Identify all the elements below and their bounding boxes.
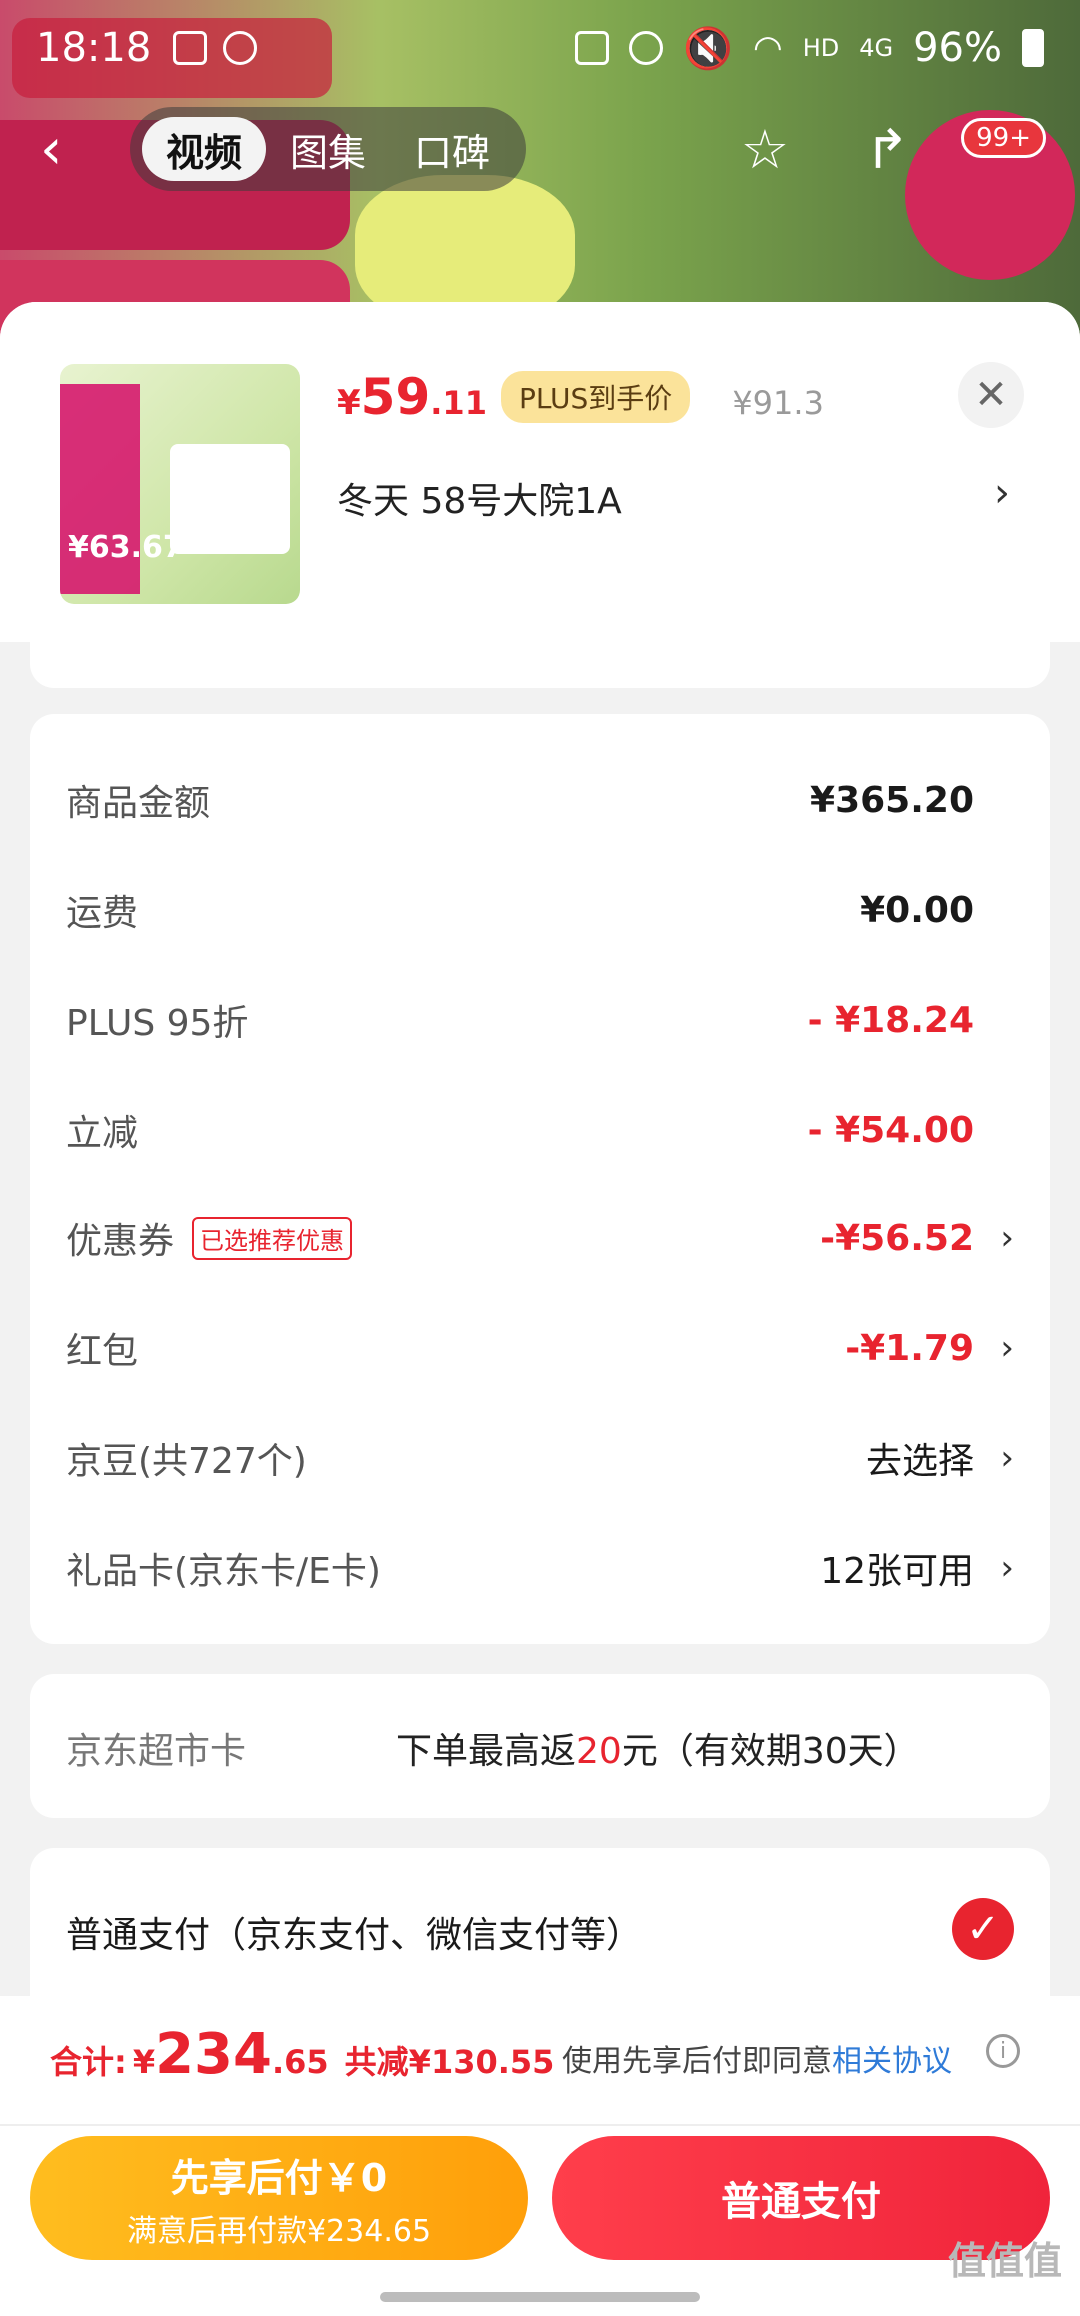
original-price: ¥91.3 xyxy=(732,384,824,422)
fee-row-coupon[interactable]: 优惠券 已选推荐优惠 -¥56.52 › xyxy=(66,1208,1014,1268)
fee-row-gift-card[interactable]: 礼品卡(京东卡/E卡) 12张可用 › xyxy=(66,1538,1014,1598)
payment-method-label: 普通支付（京东支付、微信支付等） xyxy=(66,1915,643,1956)
tab-reviews[interactable]: 口碑 xyxy=(390,117,514,181)
chevron-right-icon: › xyxy=(1000,1218,1014,1258)
plus-price-badge: PLUS到手价 xyxy=(500,371,691,423)
fee-value: - ¥18.24 xyxy=(807,999,974,1041)
supermarket-card-row[interactable]: 京东超市卡 下单最高返20元（有效期30天） xyxy=(30,1674,1050,1818)
tab-gallery[interactable]: 图集 xyxy=(266,117,390,181)
chevron-right-icon: › xyxy=(1000,1548,1014,1588)
thumbnail-product-pack xyxy=(170,444,290,554)
hd-label: HD xyxy=(802,34,840,62)
buy-now-pay-later-button[interactable]: 先享后付￥0 满意后再付款¥234.65 xyxy=(30,2136,528,2260)
fee-value: ¥0.00 xyxy=(860,889,974,931)
fee-row-shipping: 运费 ¥0.00 xyxy=(66,889,974,935)
gallery-notification-icon xyxy=(173,31,208,65)
order-total: 合计: ¥ 234 .65 共减¥130.55 xyxy=(50,2022,555,2087)
footer-divider xyxy=(0,2124,1080,2126)
home-indicator[interactable] xyxy=(380,2292,700,2302)
supermarket-card-offer: 下单最高返20元（有效期30天） xyxy=(396,1731,920,1772)
fee-row-red-packet[interactable]: 红包 -¥1.79 › xyxy=(66,1318,1014,1378)
close-icon[interactable]: ✕ xyxy=(958,362,1024,428)
wechat-notification-icon xyxy=(223,31,258,65)
supermarket-card-label: 京东超市卡 xyxy=(66,1731,247,1772)
nfc-icon xyxy=(575,31,610,65)
tab-video[interactable]: 视频 xyxy=(142,117,267,181)
sheet-divider-strip xyxy=(30,640,1050,688)
product-thumbnail: ¥63.67 xyxy=(60,364,300,604)
current-price: ¥59.11 xyxy=(337,368,487,426)
fee-breakdown-card: 商品金额 ¥365.20 运费 ¥0.00 PLUS 95折 - ¥18.24 … xyxy=(30,714,1050,1644)
fee-row-instant-discount: 立减 - ¥54.00 xyxy=(66,1109,974,1155)
media-tabs: 视频 图集 口碑 xyxy=(130,107,527,191)
total-discount: 共减¥130.55 xyxy=(344,2043,555,2081)
checkout-footer: 合计: ¥ 234 .65 共减¥130.55 使用先享后付即同意相关协议 i … xyxy=(0,1996,1080,2316)
product-summary: ¥63.67 ¥59.11 PLUS到手价 ¥91.3 ✕ 冬天 58号大院1A… xyxy=(0,302,1080,642)
checkmark-icon[interactable]: ✓ xyxy=(952,1898,1014,1960)
fee-value: - ¥54.00 xyxy=(807,1109,974,1151)
watermark-logo: 值值值 xyxy=(947,2239,1062,2283)
fee-value: ¥365.20 xyxy=(810,779,974,821)
thumbnail-price: ¥63.67 xyxy=(68,530,184,565)
chevron-right-icon: › xyxy=(1000,1438,1014,1478)
top-navigation: ‹ 视频 图集 口碑 ☆ ↱ 99+ xyxy=(40,104,1046,194)
status-bar: 18:18 🔇 ◠ HD 4G 96% xyxy=(0,0,1080,96)
battery-icon xyxy=(1022,29,1044,67)
agreement-text: 使用先享后付即同意相关协议 xyxy=(562,2044,952,2079)
chevron-right-icon: › xyxy=(1000,1328,1014,1368)
share-icon[interactable]: ↱ xyxy=(856,118,918,181)
cart-count-badge: 99+ xyxy=(961,118,1046,158)
fee-value: 12张可用 xyxy=(820,1551,974,1592)
fee-row-goods-amount: 商品金额 ¥365.20 xyxy=(66,779,974,825)
fee-value: -¥56.52 xyxy=(820,1217,974,1259)
favorite-star-icon[interactable]: ☆ xyxy=(734,118,796,181)
recommended-coupon-tag: 已选推荐优惠 xyxy=(192,1216,353,1260)
signal-icon: 4G xyxy=(859,34,894,62)
fee-row-jd-beans[interactable]: 京豆(共727个) 去选择 › xyxy=(66,1428,1014,1488)
back-arrow-icon[interactable]: ‹ xyxy=(40,117,100,182)
chevron-right-icon[interactable]: › xyxy=(994,470,1010,516)
mute-icon: 🔇 xyxy=(683,25,734,72)
info-icon[interactable]: i xyxy=(986,2034,1020,2068)
status-time: 18:18 xyxy=(36,25,152,71)
wifi-icon: ◠ xyxy=(753,28,783,68)
alarm-icon xyxy=(629,31,664,65)
battery-percent: 96% xyxy=(913,25,1002,71)
agreement-link[interactable]: 相关协议 xyxy=(832,2044,952,2079)
cart-icon[interactable]: 99+ xyxy=(961,118,1046,180)
fee-row-plus-discount: PLUS 95折 - ¥18.24 xyxy=(66,999,974,1045)
fee-value: -¥1.79 xyxy=(845,1327,974,1369)
delivery-address[interactable]: 冬天 58号大院1A xyxy=(337,472,622,524)
price-row: ¥59.11 PLUS到手价 ¥91.3 xyxy=(337,368,824,429)
fee-value: 去选择 xyxy=(865,1441,974,1482)
